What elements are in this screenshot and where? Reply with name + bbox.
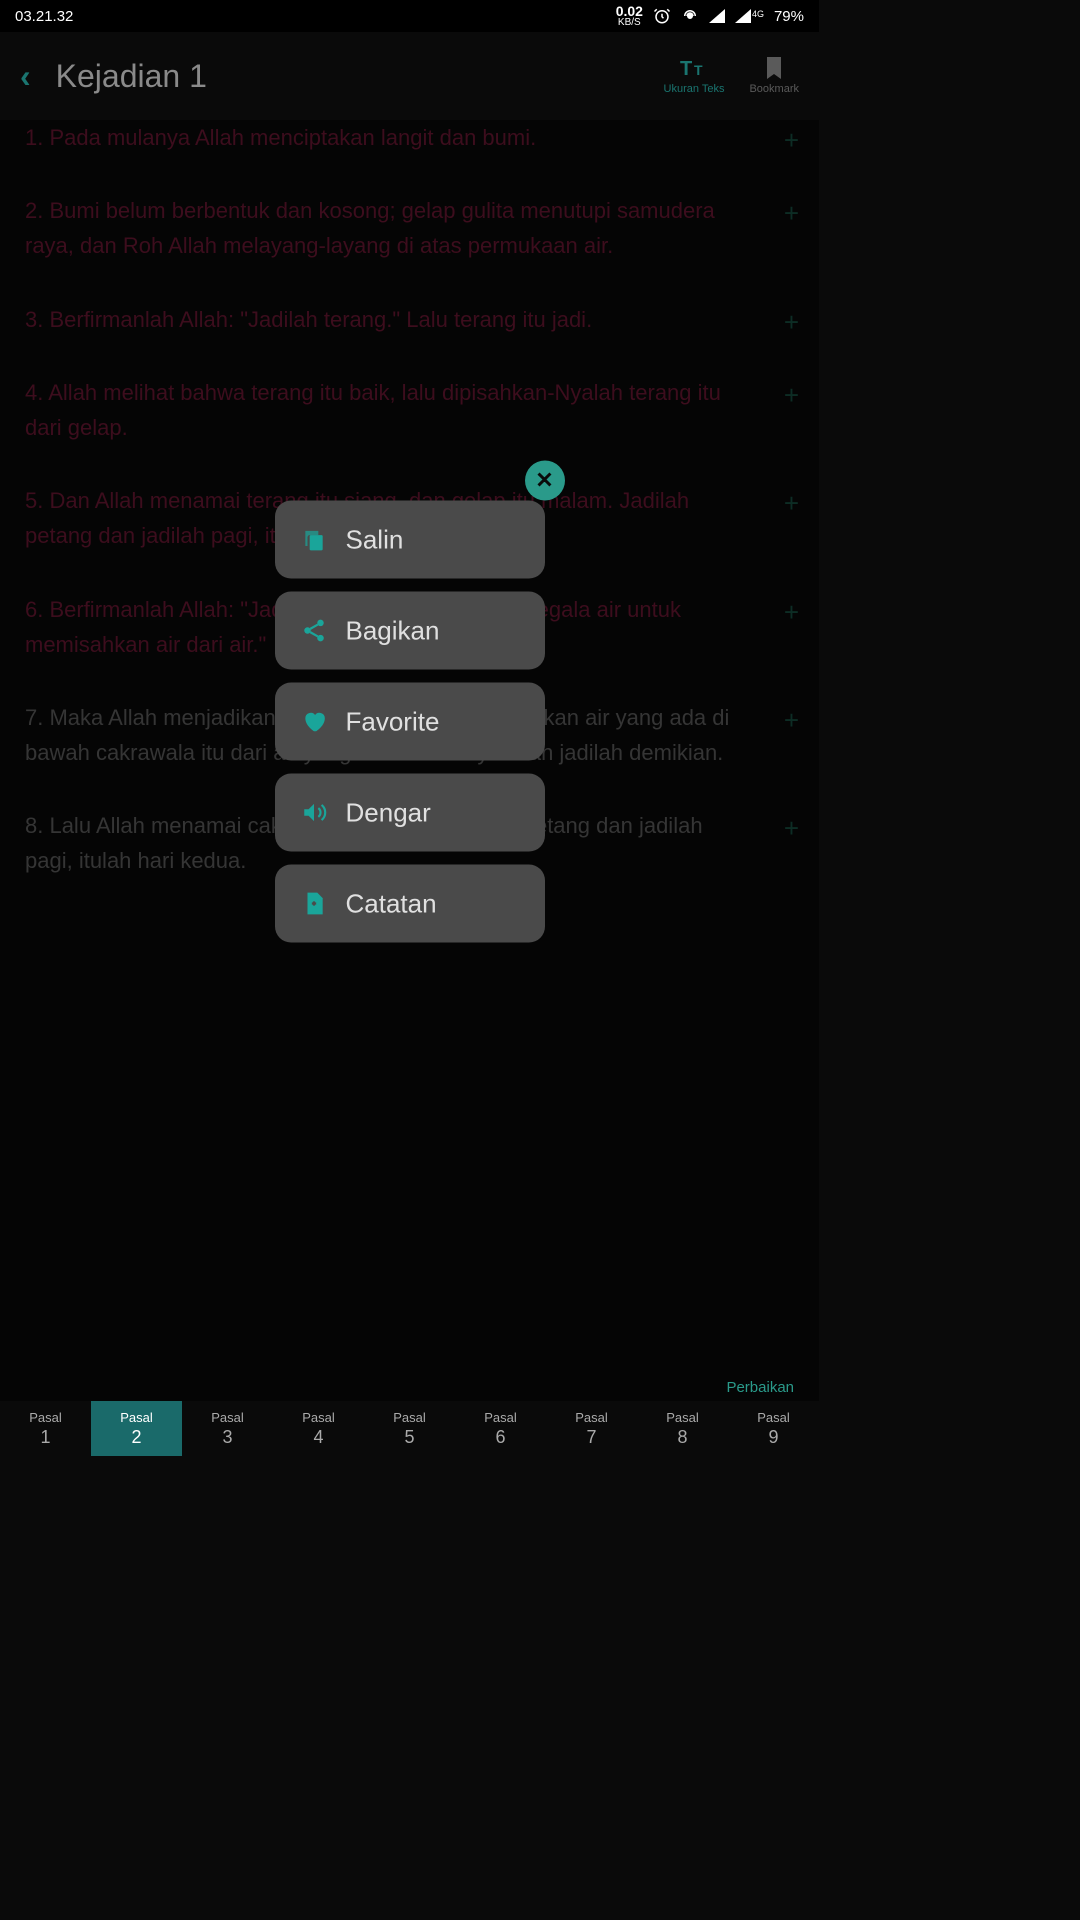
copy-icon — [300, 527, 328, 553]
chapter-tab-9[interactable]: Pasal9 — [728, 1401, 819, 1456]
menu-label: Favorite — [346, 706, 440, 737]
chapter-tab-7[interactable]: Pasal7 — [546, 1401, 637, 1456]
signal-4g-icon: 4G — [735, 9, 764, 23]
chapter-tab-1[interactable]: Pasal1 — [0, 1401, 91, 1456]
menu-heart-button[interactable]: Favorite — [275, 683, 545, 761]
share-icon — [300, 618, 328, 644]
menu-label: Catatan — [346, 888, 437, 919]
bookmark-button[interactable]: Bookmark — [749, 57, 799, 95]
menu-label: Bagikan — [346, 615, 440, 646]
signal-icon — [709, 9, 725, 23]
battery-text: 79% — [774, 8, 804, 25]
chapter-tab-3[interactable]: Pasal3 — [182, 1401, 273, 1456]
status-time: 03.21.32 — [15, 8, 73, 25]
chapter-tabs: Pasal1Pasal2Pasal3Pasal4Pasal5Pasal6Pasa… — [0, 1401, 819, 1456]
menu-copy-button[interactable]: Salin — [275, 501, 545, 579]
note-icon — [300, 891, 328, 917]
hotspot-icon — [681, 7, 699, 25]
text-size-icon: TT — [680, 57, 708, 79]
status-right: 0.02 KB/S 4G 79% — [616, 4, 804, 28]
text-size-button[interactable]: TT Ukuran Teks — [664, 57, 725, 95]
context-menu: ✕ SalinBagikanFavoriteDengarCatatan — [275, 501, 545, 956]
heart-icon — [300, 709, 328, 735]
close-button[interactable]: ✕ — [525, 461, 565, 501]
svg-text:T: T — [694, 62, 703, 78]
menu-volume-button[interactable]: Dengar — [275, 774, 545, 852]
chapter-tab-6[interactable]: Pasal6 — [455, 1401, 546, 1456]
chapter-tab-8[interactable]: Pasal8 — [637, 1401, 728, 1456]
close-icon: ✕ — [535, 468, 553, 494]
back-button[interactable]: ‹ — [20, 58, 31, 95]
chapter-tab-5[interactable]: Pasal5 — [364, 1401, 455, 1456]
alarm-icon — [653, 7, 671, 25]
bookmark-icon — [765, 57, 783, 79]
menu-share-button[interactable]: Bagikan — [275, 592, 545, 670]
page-title: Kejadian 1 — [56, 58, 639, 95]
menu-label: Dengar — [346, 797, 431, 828]
chapter-tab-2[interactable]: Pasal2 — [91, 1401, 182, 1456]
chapter-tab-4[interactable]: Pasal4 — [273, 1401, 364, 1456]
menu-label: Salin — [346, 524, 404, 555]
svg-text:T: T — [680, 58, 692, 79]
status-bar: 03.21.32 0.02 KB/S 4G 79% — [0, 0, 819, 32]
menu-note-button[interactable]: Catatan — [275, 865, 545, 943]
fix-label[interactable]: Perbaikan — [726, 1379, 794, 1396]
app-header: ‹ Kejadian 1 TT Ukuran Teks Bookmark — [0, 32, 819, 120]
volume-icon — [300, 800, 328, 826]
network-speed: 0.02 KB/S — [616, 4, 643, 28]
